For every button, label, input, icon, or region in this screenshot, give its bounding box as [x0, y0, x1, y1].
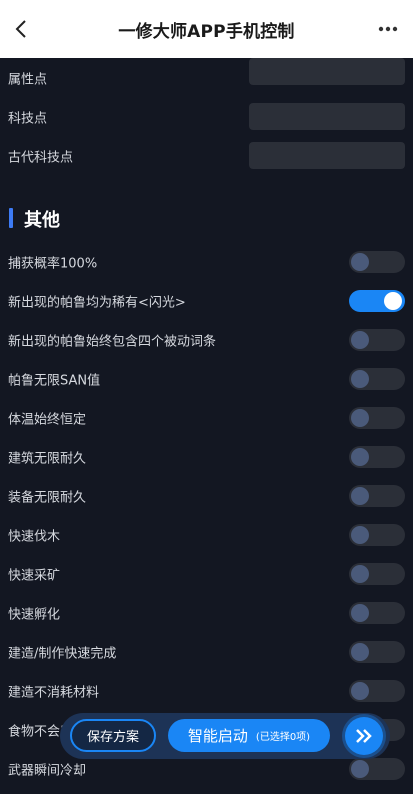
toggle-knob [351, 681, 369, 700]
toggle-row: 建造/制作快速完成 [0, 632, 413, 671]
toggle-row: 快速孵化 [0, 593, 413, 632]
toggle-row: 建筑无限耐久 [0, 437, 413, 476]
field-row-ancient-tech-points: 古代科技点 [0, 136, 413, 175]
top-bar: 一修大师APP手机控制 [0, 0, 413, 58]
page-title: 一修大师APP手机控制 [118, 21, 295, 42]
toggle-knob [351, 369, 369, 388]
toggle-knob [351, 486, 369, 505]
toggle-row: 新出现的帕鲁均为稀有<闪光> [0, 281, 413, 320]
toggle-label: 新出现的帕鲁均为稀有<闪光> [8, 295, 186, 310]
toggle-switch[interactable] [349, 757, 405, 780]
toggle-knob [351, 603, 369, 622]
section-title: 其他 [24, 210, 60, 231]
save-plan-button[interactable]: 保存方案 [70, 719, 156, 752]
toggle-switch[interactable] [349, 679, 405, 702]
field-label: 科技点 [8, 111, 48, 126]
toggle-row: 建造不消耗材料 [0, 671, 413, 710]
toggle-row: 装备无限耐久 [0, 476, 413, 515]
toggle-row: 新出现的帕鲁始终包含四个被动词条 [0, 320, 413, 359]
more-horizontal-icon [378, 26, 398, 32]
field-row-attribute-points: 属性点 [0, 58, 413, 97]
toggle-row: 捕获概率100% [0, 242, 413, 281]
smart-start-label: 智能启动 [187, 727, 248, 745]
toggle-knob [351, 447, 369, 466]
toggle-knob [351, 330, 369, 349]
toggle-knob [351, 564, 369, 583]
double-chevron-right-icon [356, 729, 372, 743]
toggle-switch[interactable] [349, 328, 405, 351]
chevron-left-icon [15, 20, 26, 38]
attribute-points-input[interactable] [249, 58, 405, 85]
toggle-switch[interactable] [349, 562, 405, 585]
toggle-switch[interactable] [349, 250, 405, 273]
toggle-label: 建造/制作快速完成 [8, 646, 117, 661]
section-accent-bar [9, 208, 13, 228]
go-button[interactable] [345, 717, 383, 755]
toggle-row: 快速采矿 [0, 554, 413, 593]
toggle-knob [351, 759, 369, 778]
toggle-list: 捕获概率100% 新出现的帕鲁均为稀有<闪光> 新出现的帕鲁始终包含四个被动词条 帕鲁… [0, 242, 413, 794]
toggle-row: 体温始终恒定 [0, 398, 413, 437]
toggle-label: 快速孵化 [8, 607, 61, 622]
settings-list: 属性点 科技点 古代科技点 其他 捕获概率100% 新出现的帕鲁均为稀有<闪光> 新… [0, 58, 413, 794]
toggle-label: 快速伐木 [8, 529, 61, 544]
toggle-switch[interactable] [349, 367, 405, 390]
toggle-switch[interactable] [349, 484, 405, 507]
toggle-switch[interactable] [349, 601, 405, 624]
toggle-label: 装备无限耐久 [8, 490, 87, 505]
toggle-label: 体温始终恒定 [8, 412, 87, 427]
more-button[interactable] [373, 16, 403, 42]
toggle-knob [351, 408, 369, 427]
back-button[interactable] [6, 14, 36, 44]
field-row-tech-points: 科技点 [0, 97, 413, 136]
toggle-knob [351, 642, 369, 661]
toggle-switch[interactable] [349, 289, 405, 312]
toggle-row: 快速伐木 [0, 515, 413, 554]
tech-points-input[interactable] [249, 103, 405, 130]
app-screen: 一修大师APP手机控制 属性点 科技点 古代科技点 其他 捕获概率100% 新出现… [0, 0, 413, 794]
bottom-action-bar: 保存方案 智能启动 (已选择0项) [60, 713, 390, 759]
toggle-row: 帕鲁无限SAN值 [0, 359, 413, 398]
field-label: 属性点 [8, 72, 48, 87]
toggle-label: 建筑无限耐久 [8, 451, 87, 466]
toggle-label: 帕鲁无限SAN值 [8, 373, 101, 388]
toggle-switch[interactable] [349, 445, 405, 468]
ancient-tech-points-input[interactable] [249, 142, 405, 169]
toggle-switch[interactable] [349, 523, 405, 546]
section-header-other: 其他 [0, 175, 413, 242]
toggle-label: 快速采矿 [8, 568, 61, 583]
toggle-label: 新出现的帕鲁始终包含四个被动词条 [8, 334, 217, 349]
smart-start-button[interactable]: 智能启动 (已选择0项) [168, 719, 330, 752]
toggle-switch[interactable] [349, 640, 405, 663]
selected-count-label: (已选择0项) [255, 732, 311, 743]
toggle-row: 无需装弹 [0, 788, 413, 794]
toggle-knob [384, 291, 402, 310]
toggle-label: 捕获概率100% [8, 256, 98, 271]
toggle-label: 建造不消耗材料 [8, 685, 100, 700]
toggle-knob [351, 252, 369, 271]
field-label: 古代科技点 [8, 150, 74, 165]
toggle-label: 武器瞬间冷却 [8, 763, 87, 778]
toggle-switch[interactable] [349, 406, 405, 429]
toggle-knob [351, 525, 369, 544]
